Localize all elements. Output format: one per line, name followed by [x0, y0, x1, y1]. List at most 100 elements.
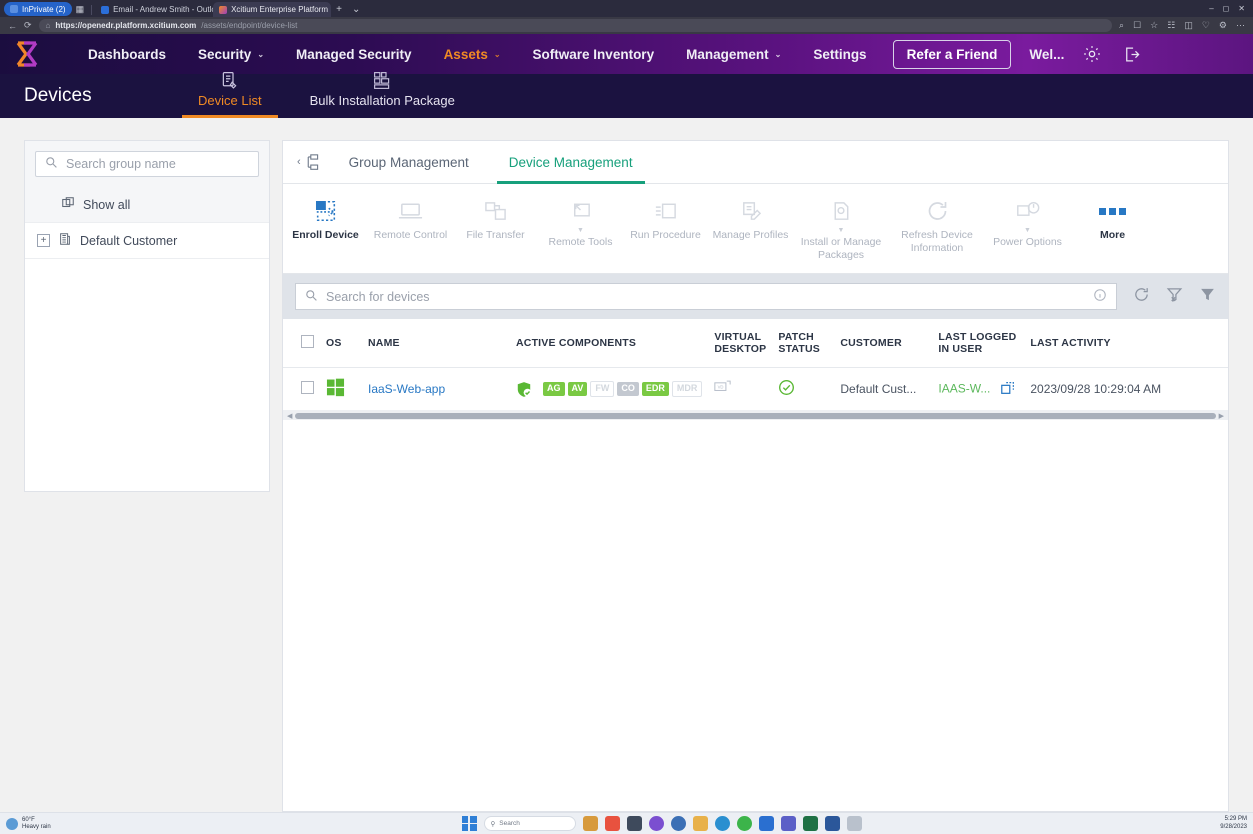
clear-filter-icon[interactable] [1166, 286, 1183, 308]
refer-a-friend-button[interactable]: Refer a Friend [893, 40, 1012, 69]
toolbar-manage-profiles[interactable]: Manage Profiles [708, 192, 793, 267]
minimize-icon[interactable]: – [1209, 4, 1213, 13]
collapse-tree-icon[interactable]: ‹ [289, 153, 329, 172]
info-icon[interactable] [1093, 288, 1107, 305]
settings-menu-icon[interactable]: ⋯ [1236, 20, 1245, 31]
toolbar-label: Remote Tools [548, 236, 612, 249]
toolbar-install-packages[interactable]: ▼ Install or Manage Packages [793, 192, 889, 267]
browser-essentials-icon[interactable]: ♡ [1202, 20, 1210, 31]
device-name-link[interactable]: IaaS-Web-app [368, 382, 445, 396]
back-icon[interactable]: ← [8, 21, 17, 31]
horizontal-scrollbar[interactable]: ◀ ▶ [283, 411, 1228, 420]
cell-virtual-desktop: VD [708, 368, 772, 411]
th-os[interactable]: OS [320, 319, 362, 368]
address-bar[interactable]: ⌂ https://openedr.platform.xcitium.com /… [39, 19, 1113, 32]
th-last-activity[interactable]: LAST ACTIVITY [1024, 319, 1228, 368]
row-checkbox[interactable] [301, 381, 314, 394]
toolbar-file-transfer[interactable]: File Transfer [453, 192, 538, 267]
tab-manager-icon[interactable]: ▦ [76, 4, 85, 15]
file-explorer-icon[interactable] [693, 816, 708, 831]
tab-device-list[interactable]: Device List [182, 71, 278, 118]
tab-device-management[interactable]: Device Management [489, 141, 653, 184]
filter-icon[interactable] [1199, 286, 1216, 308]
store-icon[interactable] [605, 816, 620, 831]
th-patch-status[interactable]: PATCH STATUS [772, 319, 834, 368]
tab-group-management[interactable]: Group Management [329, 141, 489, 184]
xcitium-favicon [219, 6, 227, 14]
tab-inprivate[interactable]: InPrivate (2) [4, 2, 72, 16]
taskbar-search-input[interactable]: ⚲ Search [484, 816, 576, 831]
nav-settings[interactable]: Settings [797, 47, 882, 62]
search-group-input[interactable]: Search group name [35, 151, 259, 177]
reading-mode-icon[interactable]: ☐ [1133, 20, 1141, 31]
remote-session-icon[interactable] [1000, 380, 1016, 399]
split-screen-icon[interactable]: ◫ [1184, 20, 1193, 31]
toolbar-more[interactable]: More [1070, 192, 1155, 267]
table-row[interactable]: IaaS-Web-app [283, 368, 1228, 411]
file-transfer-icon [483, 196, 508, 226]
device-panel: ‹ Group Management Device Management [282, 140, 1229, 812]
chrome-icon[interactable] [737, 816, 752, 831]
start-button-icon[interactable] [462, 816, 477, 831]
briefcase-icon[interactable] [583, 816, 598, 831]
gear-icon[interactable] [1072, 44, 1112, 64]
scroll-left-icon[interactable]: ◀ [287, 412, 292, 420]
tray-clock[interactable]: 5:29 PM 9/28/2023 [1220, 816, 1247, 830]
edge-icon[interactable] [715, 816, 730, 831]
extensions-icon[interactable]: ⚙ [1219, 20, 1227, 31]
tab-xcitium[interactable]: Xcitium Enterprise Platform ✕ [213, 2, 331, 17]
toolbar-run-procedure[interactable]: Run Procedure [623, 192, 708, 267]
th-active-components[interactable]: ACTIVE COMPONENTS [510, 319, 708, 368]
refresh-icon[interactable] [1133, 286, 1150, 308]
browser-url-bar: ← ⟳ ⌂ https://openedr.platform.xcitium.c… [0, 17, 1253, 34]
th-last-logged-in-user[interactable]: LAST LOGGED IN USER [932, 319, 1024, 368]
last-user-link[interactable]: IAAS-W... [938, 381, 990, 395]
maximize-icon[interactable]: ◻ [1223, 4, 1230, 13]
excel-icon[interactable] [803, 816, 818, 831]
th-virtual-desktop[interactable]: VIRTUAL DESKTOP [708, 319, 772, 368]
tool-icon[interactable] [847, 816, 862, 831]
th-customer[interactable]: CUSTOMER [834, 319, 932, 368]
chat-icon[interactable] [649, 816, 664, 831]
tab-outlook[interactable]: Email - Andrew Smith - Outlook ✕ [95, 2, 213, 17]
site-info-icon[interactable]: ⌂ [46, 21, 51, 30]
th-name[interactable]: NAME [362, 319, 510, 368]
tab-list-dropdown-icon[interactable]: ⌄ [352, 4, 360, 15]
close-window-icon[interactable]: ✕ [1238, 4, 1245, 13]
logout-icon[interactable] [1112, 45, 1151, 64]
xcitium-logo-icon[interactable] [12, 39, 54, 69]
nav-software-inventory[interactable]: Software Inventory [517, 47, 671, 62]
weather-widget[interactable]: 60°F Heavy rain [6, 817, 176, 831]
new-tab-button[interactable]: + [336, 4, 342, 15]
toolbar-remote-tools[interactable]: ▼ Remote Tools [538, 192, 623, 267]
outlook-icon[interactable] [759, 816, 774, 831]
select-all-checkbox[interactable] [301, 335, 314, 348]
welcome-user-label[interactable]: Wel... [1021, 47, 1072, 62]
settings-icon[interactable] [671, 816, 686, 831]
sidebar-item-default-customer[interactable]: + Default Customer [25, 223, 269, 259]
browser-toolbar-icons: ⌕ ☐ ☆ ☷ ◫ ♡ ⚙ ⋯ [1119, 20, 1245, 31]
nav-managed-security[interactable]: Managed Security [280, 47, 428, 62]
nav-security[interactable]: Security ⌄ [182, 47, 280, 62]
favorite-icon[interactable]: ☆ [1150, 20, 1158, 31]
scrollbar-thumb[interactable] [295, 413, 1215, 419]
toolbar-refresh-device-information[interactable]: Refresh Device Information [889, 192, 985, 267]
search-devices-input[interactable]: Search for devices [295, 283, 1117, 310]
teams-icon[interactable] [781, 816, 796, 831]
nav-management[interactable]: Management ⌄ [670, 47, 797, 62]
sidebar-item-show-all[interactable]: Show all [25, 187, 269, 223]
toolbar-label: Refresh Device Information [891, 229, 983, 254]
toolbar-enroll-device[interactable]: Enroll Device [283, 192, 368, 267]
collections-icon[interactable]: ☷ [1167, 20, 1175, 31]
toolbar-power-options[interactable]: ▼ Power Options [985, 192, 1070, 267]
screen-icon[interactable] [627, 816, 642, 831]
toolbar-remote-control[interactable]: Remote Control [368, 192, 453, 267]
nav-assets[interactable]: Assets ⌄ [428, 47, 517, 62]
tab-bulk-installation-package[interactable]: Bulk Installation Package [294, 71, 471, 118]
expand-icon[interactable]: + [37, 234, 50, 247]
nav-dashboards[interactable]: Dashboards [72, 47, 182, 62]
zoom-icon[interactable]: ⌕ [1119, 20, 1124, 31]
reload-icon[interactable]: ⟳ [24, 20, 32, 31]
word-icon[interactable] [825, 816, 840, 831]
scroll-right-icon[interactable]: ▶ [1219, 412, 1224, 420]
